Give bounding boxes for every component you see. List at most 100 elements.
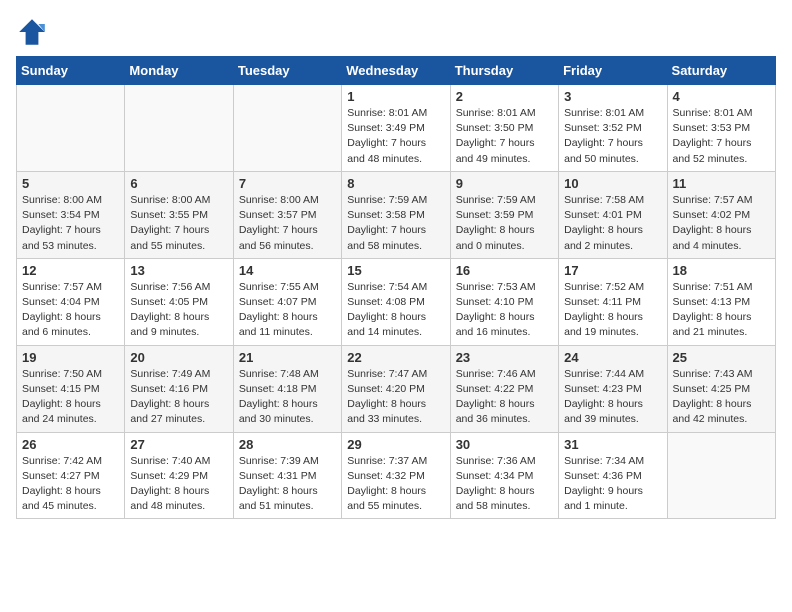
day-number: 25 [673, 350, 770, 365]
day-number: 23 [456, 350, 553, 365]
calendar-cell: 25 Sunrise: 7:43 AM Sunset: 4:25 PM Dayli… [667, 345, 775, 432]
day-info: Sunrise: 7:56 AM Sunset: 4:05 PM Dayligh… [130, 280, 227, 341]
day-info: Sunrise: 7:50 AM Sunset: 4:15 PM Dayligh… [22, 367, 119, 428]
day-info: Sunrise: 7:34 AM Sunset: 4:36 PM Dayligh… [564, 454, 661, 515]
calendar-cell: 24 Sunrise: 7:44 AM Sunset: 4:23 PM Dayli… [559, 345, 667, 432]
day-info: Sunrise: 7:57 AM Sunset: 4:02 PM Dayligh… [673, 193, 770, 254]
calendar-cell: 9Sunrise: 7:59 AM Sunset: 3:59 PM Daylig… [450, 171, 558, 258]
calendar-cell: 10Sunrise: 7:58 AM Sunset: 4:01 PM Dayli… [559, 171, 667, 258]
calendar-cell: 18 Sunrise: 7:51 AM Sunset: 4:13 PM Dayli… [667, 258, 775, 345]
day-info: Sunrise: 7:43 AM Sunset: 4:25 PM Dayligh… [673, 367, 770, 428]
calendar-cell: 12 Sunrise: 7:57 AM Sunset: 4:04 PM Dayli… [17, 258, 125, 345]
day-info: Sunrise: 7:40 AM Sunset: 4:29 PM Dayligh… [130, 454, 227, 515]
day-number: 13 [130, 263, 227, 278]
weekday-header-saturday: Saturday [667, 57, 775, 85]
calendar-cell: 6Sunrise: 8:00 AM Sunset: 3:55 PM Daylig… [125, 171, 233, 258]
weekday-header-row: SundayMondayTuesdayWednesdayThursdayFrid… [17, 57, 776, 85]
calendar-cell: 1 Sunrise: 8:01 AM Sunset: 3:49 PM Daylig… [342, 85, 450, 172]
calendar-cell: 16 Sunrise: 7:53 AM Sunset: 4:10 PM Dayli… [450, 258, 558, 345]
day-info: Sunrise: 7:55 AM Sunset: 4:07 PM Dayligh… [239, 280, 336, 341]
day-number: 2 [456, 89, 553, 104]
calendar-cell: 22 Sunrise: 7:47 AM Sunset: 4:20 PM Dayli… [342, 345, 450, 432]
day-number: 18 [673, 263, 770, 278]
day-number: 3 [564, 89, 661, 104]
calendar-cell [233, 85, 341, 172]
calendar-cell: 11Sunrise: 7:57 AM Sunset: 4:02 PM Dayli… [667, 171, 775, 258]
calendar-cell: 28 Sunrise: 7:39 AM Sunset: 4:31 PM Dayli… [233, 432, 341, 519]
calendar-cell: 27 Sunrise: 7:40 AM Sunset: 4:29 PM Dayli… [125, 432, 233, 519]
day-number: 27 [130, 437, 227, 452]
day-number: 16 [456, 263, 553, 278]
day-info: Sunrise: 8:00 AM Sunset: 3:57 PM Dayligh… [239, 193, 336, 254]
day-info: Sunrise: 7:54 AM Sunset: 4:08 PM Dayligh… [347, 280, 444, 341]
weekday-header-wednesday: Wednesday [342, 57, 450, 85]
day-number: 14 [239, 263, 336, 278]
day-info: Sunrise: 7:42 AM Sunset: 4:27 PM Dayligh… [22, 454, 119, 515]
calendar-cell [17, 85, 125, 172]
header [16, 16, 776, 48]
day-info: Sunrise: 7:52 AM Sunset: 4:11 PM Dayligh… [564, 280, 661, 341]
weekday-header-sunday: Sunday [17, 57, 125, 85]
day-info: Sunrise: 7:53 AM Sunset: 4:10 PM Dayligh… [456, 280, 553, 341]
calendar-cell [125, 85, 233, 172]
day-info: Sunrise: 7:46 AM Sunset: 4:22 PM Dayligh… [456, 367, 553, 428]
weekday-header-friday: Friday [559, 57, 667, 85]
calendar-cell: 15 Sunrise: 7:54 AM Sunset: 4:08 PM Dayli… [342, 258, 450, 345]
calendar-cell: 17 Sunrise: 7:52 AM Sunset: 4:11 PM Dayli… [559, 258, 667, 345]
calendar-cell: 8 Sunrise: 7:59 AM Sunset: 3:58 PM Daylig… [342, 171, 450, 258]
calendar-week-row: 19 Sunrise: 7:50 AM Sunset: 4:15 PM Dayli… [17, 345, 776, 432]
day-info: Sunrise: 7:57 AM Sunset: 4:04 PM Dayligh… [22, 280, 119, 341]
day-info: Sunrise: 7:59 AM Sunset: 3:59 PM Dayligh… [456, 193, 553, 254]
day-number: 17 [564, 263, 661, 278]
day-number: 19 [22, 350, 119, 365]
day-number: 21 [239, 350, 336, 365]
day-number: 24 [564, 350, 661, 365]
calendar-cell: 29Sunrise: 7:37 AM Sunset: 4:32 PM Dayli… [342, 432, 450, 519]
day-number: 22 [347, 350, 444, 365]
day-number: 4 [673, 89, 770, 104]
day-info: Sunrise: 7:36 AM Sunset: 4:34 PM Dayligh… [456, 454, 553, 515]
calendar-cell: 20Sunrise: 7:49 AM Sunset: 4:16 PM Dayli… [125, 345, 233, 432]
calendar-week-row: 5 Sunrise: 8:00 AM Sunset: 3:54 PM Daylig… [17, 171, 776, 258]
day-info: Sunrise: 8:01 AM Sunset: 3:53 PM Dayligh… [673, 106, 770, 167]
day-info: Sunrise: 7:51 AM Sunset: 4:13 PM Dayligh… [673, 280, 770, 341]
day-number: 6 [130, 176, 227, 191]
day-info: Sunrise: 8:00 AM Sunset: 3:54 PM Dayligh… [22, 193, 119, 254]
day-info: Sunrise: 7:49 AM Sunset: 4:16 PM Dayligh… [130, 367, 227, 428]
day-info: Sunrise: 7:44 AM Sunset: 4:23 PM Dayligh… [564, 367, 661, 428]
day-info: Sunrise: 7:59 AM Sunset: 3:58 PM Dayligh… [347, 193, 444, 254]
weekday-header-thursday: Thursday [450, 57, 558, 85]
calendar: SundayMondayTuesdayWednesdayThursdayFrid… [16, 56, 776, 519]
day-info: Sunrise: 7:39 AM Sunset: 4:31 PM Dayligh… [239, 454, 336, 515]
day-number: 7 [239, 176, 336, 191]
day-number: 15 [347, 263, 444, 278]
calendar-cell: 30 Sunrise: 7:36 AM Sunset: 4:34 PM Dayli… [450, 432, 558, 519]
calendar-cell: 7 Sunrise: 8:00 AM Sunset: 3:57 PM Daylig… [233, 171, 341, 258]
day-number: 5 [22, 176, 119, 191]
day-number: 1 [347, 89, 444, 104]
calendar-week-row: 1 Sunrise: 8:01 AM Sunset: 3:49 PM Daylig… [17, 85, 776, 172]
calendar-cell: 23 Sunrise: 7:46 AM Sunset: 4:22 PM Dayli… [450, 345, 558, 432]
weekday-header-monday: Monday [125, 57, 233, 85]
logo-icon [16, 16, 48, 48]
day-info: Sunrise: 7:47 AM Sunset: 4:20 PM Dayligh… [347, 367, 444, 428]
day-number: 30 [456, 437, 553, 452]
day-info: Sunrise: 8:01 AM Sunset: 3:50 PM Dayligh… [456, 106, 553, 167]
calendar-cell: 19 Sunrise: 7:50 AM Sunset: 4:15 PM Dayli… [17, 345, 125, 432]
calendar-cell: 26Sunrise: 7:42 AM Sunset: 4:27 PM Dayli… [17, 432, 125, 519]
day-number: 8 [347, 176, 444, 191]
calendar-cell: 31 Sunrise: 7:34 AM Sunset: 4:36 PM Dayli… [559, 432, 667, 519]
weekday-header-tuesday: Tuesday [233, 57, 341, 85]
calendar-week-row: 26Sunrise: 7:42 AM Sunset: 4:27 PM Dayli… [17, 432, 776, 519]
calendar-cell: 2 Sunrise: 8:01 AM Sunset: 3:50 PM Daylig… [450, 85, 558, 172]
day-number: 10 [564, 176, 661, 191]
day-number: 29 [347, 437, 444, 452]
calendar-cell: 3Sunrise: 8:01 AM Sunset: 3:52 PM Daylig… [559, 85, 667, 172]
day-number: 31 [564, 437, 661, 452]
calendar-cell: 13 Sunrise: 7:56 AM Sunset: 4:05 PM Dayli… [125, 258, 233, 345]
day-info: Sunrise: 8:01 AM Sunset: 3:49 PM Dayligh… [347, 106, 444, 167]
calendar-week-row: 12 Sunrise: 7:57 AM Sunset: 4:04 PM Dayli… [17, 258, 776, 345]
day-number: 28 [239, 437, 336, 452]
calendar-cell: 5 Sunrise: 8:00 AM Sunset: 3:54 PM Daylig… [17, 171, 125, 258]
day-number: 12 [22, 263, 119, 278]
